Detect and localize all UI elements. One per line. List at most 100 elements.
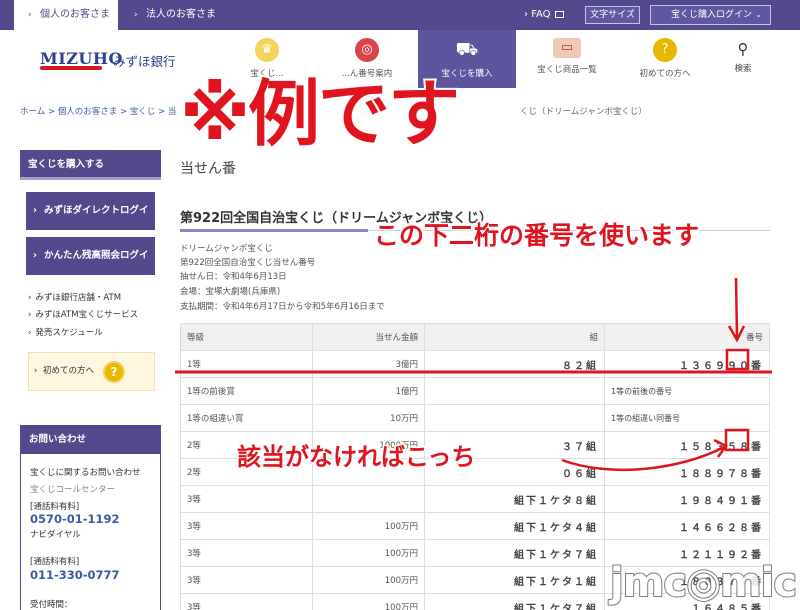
phone-number[interactable]: 011-330-0777 (30, 568, 120, 582)
cell-grade: 3等 (180, 512, 313, 540)
sidebar-link-schedule[interactable]: › 発売スケジュール (28, 326, 103, 338)
cell-grade: 3等 (180, 566, 313, 594)
venue: 会場：宝塚大劇場(兵庫県) (180, 287, 281, 297)
cell-amount: 100万円 (312, 593, 425, 610)
contact-heading: お問い合わせ (21, 426, 160, 454)
table-header-row: 等級 当せん金額 組 番号 (180, 323, 770, 351)
sidebar-heading: 宝くじを購入する (20, 150, 161, 180)
chevron-down-icon: ⌄ (755, 10, 762, 19)
nav-search[interactable]: ⚲ 検索 (718, 30, 768, 88)
trophy-icon: ♛ (255, 38, 279, 62)
draw-date: 抽せん日：令和4年6月13日 (180, 272, 287, 282)
external-window-icon (554, 10, 564, 18)
cart-icon: ⛟ (455, 39, 479, 60)
sidebar-link-label: 発売スケジュール (35, 328, 103, 338)
header-group: 組 (424, 323, 605, 351)
cell-grade: 3等 (180, 485, 313, 513)
nav-label: 宝くじ商品一覧 (537, 65, 597, 75)
cell-group: 組下１ケタ７組 (424, 539, 605, 567)
header-number: 番号 (604, 323, 770, 351)
question-icon: ? (103, 361, 125, 383)
fallback-note: 該当がなければこっち (235, 442, 476, 473)
search-icon: ⚲ (737, 40, 749, 58)
lottery-login-button[interactable]: 宝くじ購入ログイン ⌄ (650, 5, 771, 25)
cell-grade: 1等 (180, 350, 313, 378)
sidebar-link-label: みずほ銀行店舗・ATM (35, 293, 122, 303)
cell-group: 組下１ケタ４組 (424, 512, 605, 540)
tab-corporate-label: 法人のお客さま (146, 9, 216, 20)
tickets-icon: ▭ (553, 38, 581, 58)
top-bar: › 個人のお客さま › 法人のお客さま › FAQ 文字サイズ 宝くじ購入ログイ… (0, 0, 800, 30)
header-amount: 当せん金額 (312, 323, 425, 351)
cell-amount: 3億円 (312, 350, 425, 378)
cell-group (424, 404, 605, 432)
payment-period: 支払期間：令和4年6月17日から令和5年6月16日まで (180, 302, 385, 312)
cell-group: 組下１ケタ８組 (424, 485, 605, 513)
cell-number: １９８４９１番 (604, 485, 770, 513)
nav-first-time[interactable]: ? 初めての方へ (616, 30, 714, 88)
toll-note: [通話料有料] (30, 557, 80, 567)
contact-box: お問い合わせ 宝くじに関するお問い合わせ 宝くじコールセンター [通話料有料] … (20, 425, 161, 610)
cell-amount: 1億円 (312, 377, 425, 405)
chevron-right-icon: › (33, 250, 37, 261)
tab-personal-label: 個人のお客さま (40, 9, 110, 20)
cell-number: １４６６２８番 (604, 512, 770, 540)
tab-personal[interactable]: › 個人のお客さま (14, 0, 118, 30)
navi-dial-label: ナビダイヤル (30, 530, 81, 540)
question-icon: ? (653, 38, 677, 62)
cell-grade: 3等 (180, 539, 313, 567)
table-row: 1等の前後賞 1億円 1等の前後の番号 (180, 377, 770, 405)
nav-lottery-products[interactable]: ▭ 宝くじ商品一覧 (518, 30, 616, 88)
reception-hours: 受付時間： (30, 600, 73, 610)
lottery-round: 第922回全国自治宝くじ当せん番号 (180, 258, 316, 268)
cell-group (424, 377, 605, 405)
cell-group: ８２組 (424, 350, 605, 378)
chevron-right-icon: › (28, 328, 32, 338)
page-title: 当せん番 (180, 161, 236, 177)
bank-name: みずほ銀行 (113, 54, 176, 69)
cell-amount: 100万円 (312, 566, 425, 594)
chevron-right-icon: › (28, 310, 32, 320)
cell-number: １８８９７８番 (604, 458, 770, 486)
faq-link[interactable]: › FAQ (524, 0, 564, 30)
sidebar-link-label: みずほATM宝くじサービス (35, 310, 139, 320)
cell-group: 組下１ケタ７組 (424, 593, 605, 610)
first-time-guide[interactable]: › 初めての方へ ? (28, 352, 155, 391)
table-row: 3等 組下１ケタ８組 １９８４９１番 (180, 485, 770, 513)
text-size-button[interactable]: 文字サイズ (585, 6, 640, 24)
target-icon: ◎ (355, 38, 379, 62)
cell-number: １５８３５８番 (604, 431, 770, 459)
chevron-right-icon: › (28, 10, 32, 20)
balance-login-button[interactable]: › かんたん残高照会ログイン (26, 237, 155, 299)
direct-login-button[interactable]: › みずほダイレクトログイン (26, 192, 155, 254)
tab-corporate[interactable]: › 法人のお客さま (120, 0, 230, 30)
cell-number: １３６９９０番 (604, 350, 770, 378)
cell-amount: 10万円 (312, 404, 425, 432)
sidebar-link-branches[interactable]: › みずほ銀行店舗・ATM (28, 291, 121, 303)
chevron-right-icon: › (134, 10, 138, 20)
chevron-right-icon: › (34, 366, 38, 376)
contact-label: 宝くじに関するお問い合わせ (30, 468, 141, 478)
nav-label: 初めての方へ (639, 69, 691, 79)
example-overlay-text: ※例です (178, 72, 462, 156)
phone-number[interactable]: 0570-01-1192 (30, 512, 120, 526)
table-row: 3等 100万円 組下１ケタ４組 １４６６２８番 (180, 512, 770, 540)
toll-note: [通話料有料] (30, 502, 80, 512)
sidebar-link-atm-service[interactable]: › みずほATM宝くじサービス (28, 308, 138, 320)
cell-group: 組下１ケタ１組 (424, 566, 605, 594)
chevron-right-icon: › (33, 205, 37, 216)
header-grade: 等級 (180, 323, 313, 351)
cell-amount: 100万円 (312, 539, 425, 567)
table-row: 1等 3億円 ８２組 １３６９９０番 (180, 350, 770, 378)
breadcrumb-current: くじ（ドリームジャンボ宝くじ） (520, 107, 647, 117)
cell-amount (312, 485, 425, 513)
breadcrumb[interactable]: ホーム > 個人のお客さま > 宝くじ > 当 (20, 105, 176, 117)
cell-amount: 100万円 (312, 512, 425, 540)
first-time-guide-label: 初めての方へ (43, 366, 95, 376)
cell-number: 1等の前後の番号 (604, 377, 770, 405)
cell-grade: 1等の組違い賞 (180, 404, 313, 432)
lottery-name: ドリームジャンボ宝くじ (180, 244, 273, 254)
call-center-name: 宝くじコールセンター (30, 485, 116, 495)
table-row: 1等の組違い賞 10万円 1等の組違い同番号 (180, 404, 770, 432)
cell-number: 1等の組違い同番号 (604, 404, 770, 432)
